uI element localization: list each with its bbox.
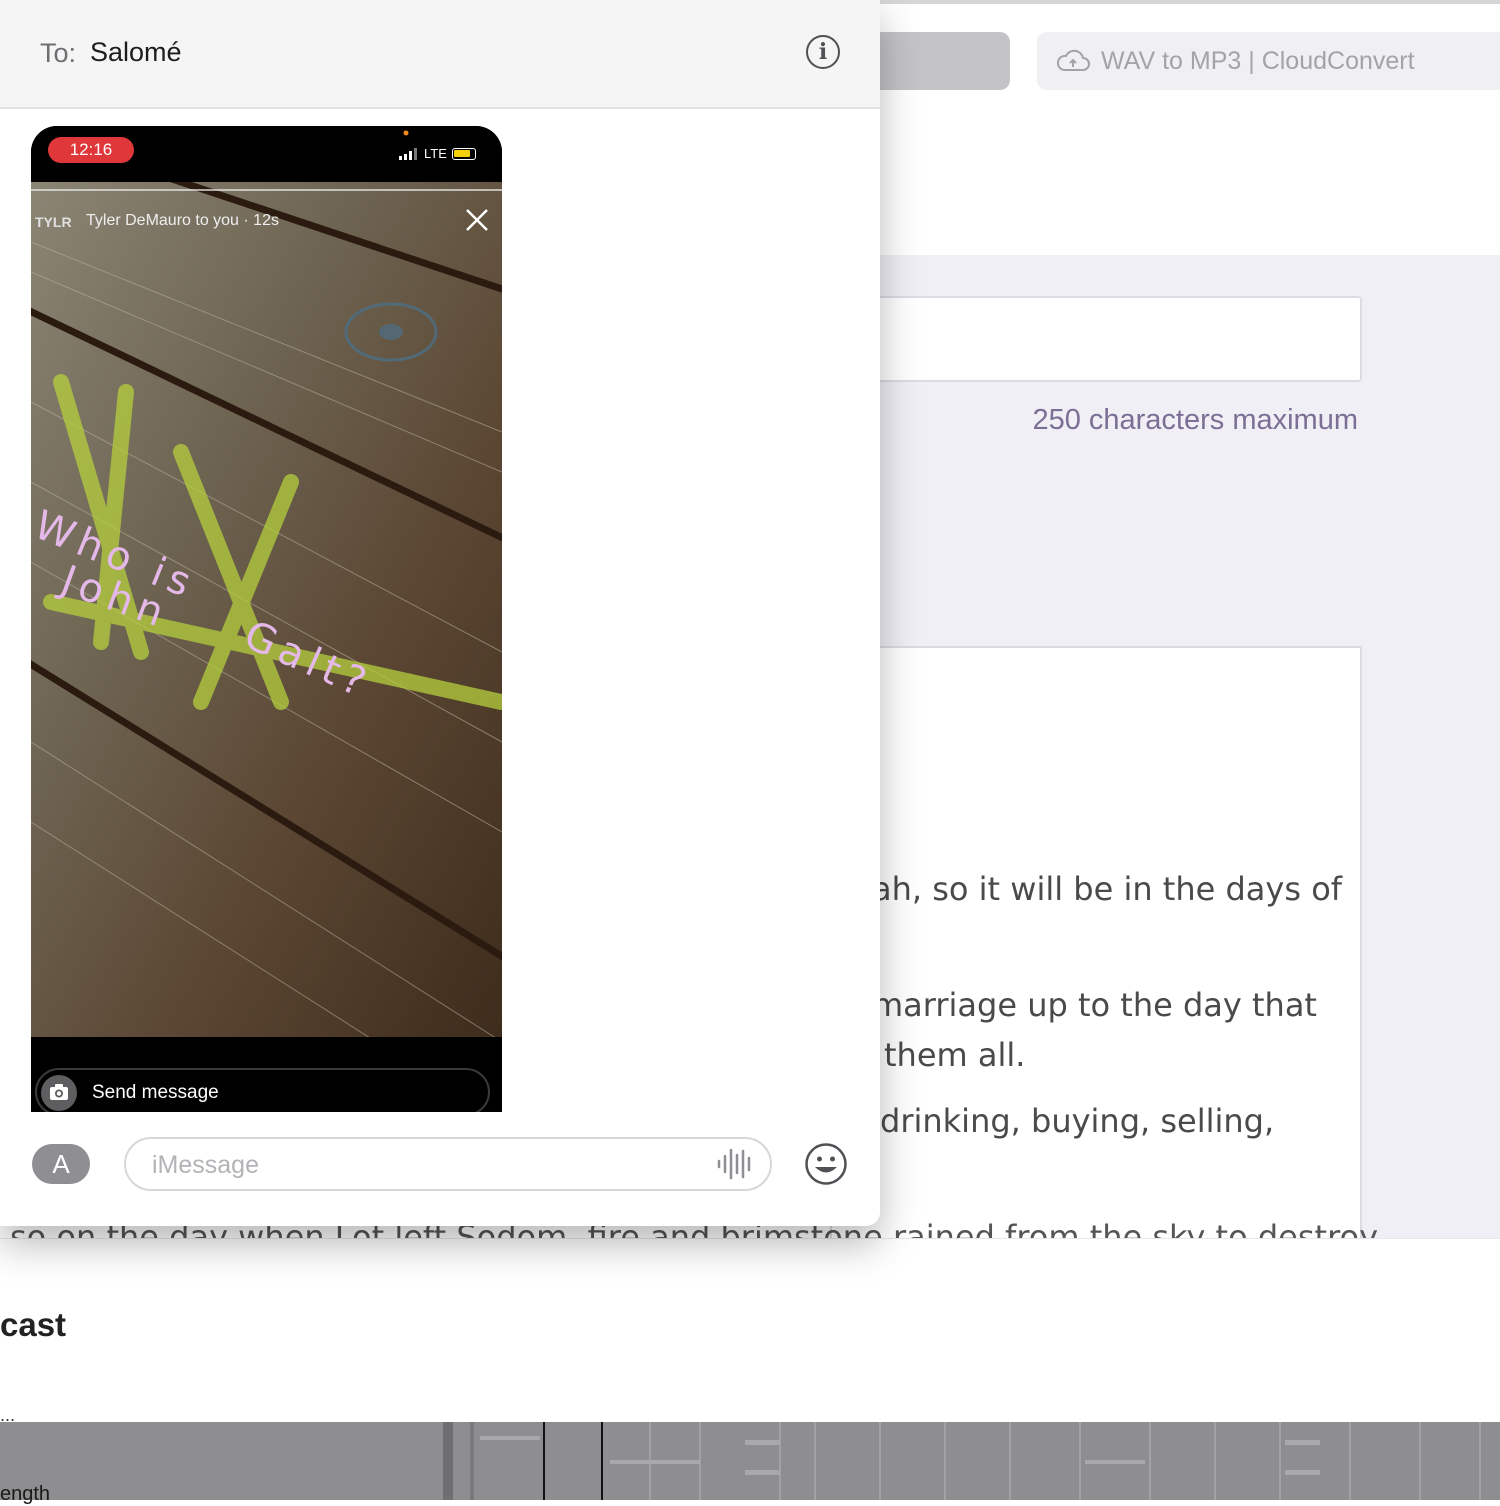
description-line: ah, so it will be in the days of (872, 870, 1343, 908)
cellular-signal-icon (399, 148, 417, 160)
messages-window: To: Salomé i 12:16 LTE TYLR Tyler DeMaur… (0, 0, 880, 1226)
compose-bar: A (0, 1112, 880, 1226)
character-limit-hint: 250 characters maximum (1032, 404, 1358, 436)
screenshot-attachment[interactable]: 12:16 LTE TYLR Tyler DeMauro to you · 12… (31, 126, 502, 1116)
description-line: marriage up to the day that (872, 986, 1317, 1024)
audio-timeline[interactable] (0, 1422, 1500, 1500)
title-input[interactable] (830, 296, 1362, 382)
orange-dot-indicator (403, 130, 409, 136)
battery-icon (452, 148, 476, 160)
browser-tab-bar: WAV to MP3 | CloudConvert (880, 0, 1500, 259)
info-icon[interactable]: i (806, 35, 840, 69)
audio-message-icon[interactable] (716, 1147, 756, 1181)
camera-icon[interactable] (41, 1075, 77, 1111)
description-line: them all. (884, 1036, 1026, 1074)
network-type: LTE (424, 146, 447, 161)
description-line: drinking, buying, selling, (880, 1102, 1275, 1140)
tab-title: WAV to MP3 | CloudConvert (1101, 46, 1415, 75)
timeline-tracks (443, 1422, 1481, 1500)
track-length-label: ength (0, 1483, 51, 1505)
lower-panel (0, 1238, 1500, 1423)
conversation-header: To: Salomé i (0, 0, 880, 109)
close-icon[interactable] (463, 206, 493, 236)
story-username-logo: TYLR (35, 214, 72, 230)
imessage-input-wrapper (124, 1137, 772, 1191)
emoji-icon[interactable] (804, 1142, 848, 1186)
story-sender-info: Tyler DeMauro to you · 12s (86, 212, 279, 229)
status-time: 12:16 (48, 137, 134, 163)
description-textarea[interactable]: ah, so it will be in the days of marriag… (830, 646, 1362, 1270)
section-heading: cast (0, 1306, 67, 1343)
recipient-name[interactable]: Salomé (90, 37, 182, 68)
imessage-input[interactable] (150, 1147, 694, 1183)
browser-tab-cloudconvert[interactable]: WAV to MP3 | CloudConvert (1037, 32, 1500, 90)
browser-tab-inactive[interactable] (880, 32, 1010, 90)
story-reply-bar[interactable]: Send message (35, 1068, 490, 1116)
cloud-upload-icon (1056, 49, 1090, 71)
to-label: To: (40, 38, 77, 68)
app-store-icon[interactable]: A (32, 1144, 90, 1184)
story-photo: TYLR Tyler DeMauro to you · 12s Who is J… (31, 182, 502, 1037)
send-message-placeholder: Send message (92, 1082, 219, 1103)
phone-status-bar: 12:16 LTE (31, 126, 502, 182)
